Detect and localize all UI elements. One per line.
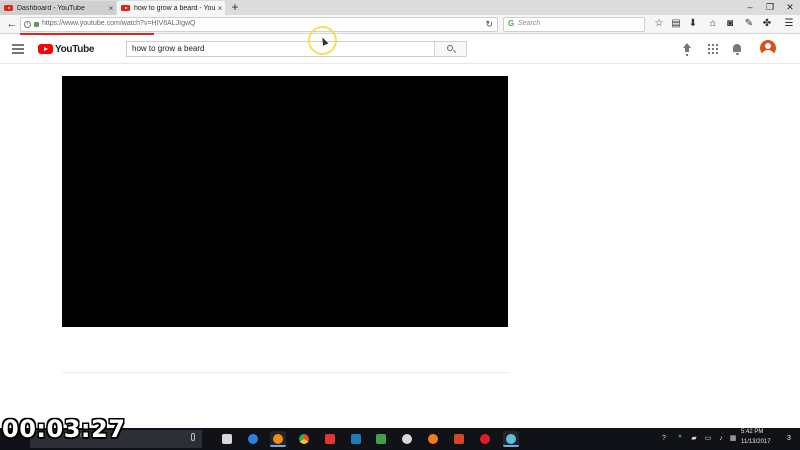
vivaldi-browser-icon[interactable] xyxy=(322,431,338,447)
browser-tab-strip: Dashboard - YouTube × how to grow a bear… xyxy=(0,0,800,15)
tab-title: Dashboard - YouTube xyxy=(17,4,85,12)
bookmark-star-icon[interactable]: ☆ xyxy=(652,17,666,31)
guide-menu-icon[interactable] xyxy=(12,44,24,54)
edge-browser-icon[interactable] xyxy=(245,431,261,447)
reload-icon[interactable]: ↻ xyxy=(485,19,493,30)
pocket-icon[interactable]: ◙ xyxy=(723,17,737,31)
search-engine-icon[interactable]: G xyxy=(508,19,514,28)
info-icon[interactable]: i xyxy=(24,21,31,28)
youtube-logo[interactable]: YouTube xyxy=(38,43,95,55)
reading-list-icon[interactable]: ▤ xyxy=(669,17,683,31)
volume-icon[interactable]: ♪ xyxy=(717,435,725,443)
youtube-favicon-icon xyxy=(121,5,130,11)
tab-dashboard[interactable]: Dashboard - YouTube × xyxy=(0,1,116,15)
recording-timer: 00:03:27 xyxy=(2,415,126,443)
spreadsheet-app-icon[interactable] xyxy=(373,431,389,447)
app-icon[interactable] xyxy=(348,431,364,447)
taskbar-clock-time[interactable]: 5:42 PM xyxy=(741,429,763,435)
back-button[interactable]: ← xyxy=(5,17,19,31)
browser-search-field[interactable]: G Search xyxy=(503,17,645,32)
youtube-favicon-icon xyxy=(4,5,13,11)
opera-browser-icon[interactable] xyxy=(477,431,493,447)
youtube-play-logo-icon xyxy=(38,44,53,54)
lock-icon xyxy=(34,22,39,27)
menu-icon[interactable]: ☰ xyxy=(782,17,796,31)
video-player[interactable] xyxy=(62,76,508,327)
new-tab-button[interactable]: + xyxy=(229,0,241,15)
addon-icon[interactable]: ✤ xyxy=(760,17,774,31)
firefox-browser-icon[interactable] xyxy=(270,431,286,447)
address-bar[interactable]: i https://www.youtube.com/watch?v=HIV6AL… xyxy=(20,17,498,32)
battery-icon[interactable]: ▭ xyxy=(704,435,712,443)
close-window-button[interactable]: ✕ xyxy=(780,0,800,15)
chrome-browser-icon[interactable] xyxy=(296,431,312,447)
account-avatar[interactable] xyxy=(760,40,776,56)
youtube-search-button[interactable] xyxy=(434,41,467,57)
taskbar-clock-date[interactable]: 11/13/2017 xyxy=(741,439,771,445)
url-text[interactable]: https://www.youtube.com/watch?v=HIV6ALJI… xyxy=(42,20,196,27)
network-icon[interactable]: ▰ xyxy=(690,435,698,443)
home-icon[interactable]: ⌂ xyxy=(706,17,720,31)
task-view-icon[interactable] xyxy=(219,431,235,447)
tab-title: how to grow a beard - YouT xyxy=(134,4,215,12)
extension-icon[interactable]: ✎ xyxy=(742,17,756,31)
keyboard-icon[interactable]: ▦ xyxy=(729,435,737,443)
minimize-button[interactable]: – xyxy=(740,0,760,15)
screen: Dashboard - YouTube × how to grow a bear… xyxy=(0,0,800,450)
microphone-icon[interactable] xyxy=(191,433,195,441)
youtube-search-input[interactable]: how to grow a beard xyxy=(126,41,435,57)
tab-search-results[interactable]: how to grow a beard - YouT × xyxy=(117,1,225,15)
screen-recorder-icon[interactable] xyxy=(503,431,519,447)
powerpoint-app-icon[interactable] xyxy=(451,431,467,447)
tab-close-icon[interactable]: × xyxy=(106,4,116,13)
content-divider xyxy=(62,372,508,373)
search-placeholder: Search xyxy=(518,20,541,27)
upload-icon[interactable] xyxy=(681,43,693,55)
search-icon xyxy=(447,45,453,51)
youtube-masthead: YouTube how to grow a beard xyxy=(0,35,800,64)
action-center-icon[interactable]: 3 xyxy=(784,434,794,444)
logo-text: YouTube xyxy=(55,43,95,55)
maximize-button[interactable]: ❐ xyxy=(760,0,780,15)
tab-close-icon[interactable]: × xyxy=(215,4,225,13)
download-icon[interactable]: ⬇ xyxy=(686,17,700,31)
search-query[interactable]: how to grow a beard xyxy=(132,44,205,53)
apps-grid-icon[interactable] xyxy=(707,43,719,55)
app-icon[interactable] xyxy=(425,431,441,447)
show-hidden-icons-icon[interactable]: ^ xyxy=(676,435,684,443)
notifications-bell-icon[interactable] xyxy=(731,43,743,55)
help-icon[interactable]: ? xyxy=(660,435,668,443)
app-icon[interactable] xyxy=(399,431,415,447)
